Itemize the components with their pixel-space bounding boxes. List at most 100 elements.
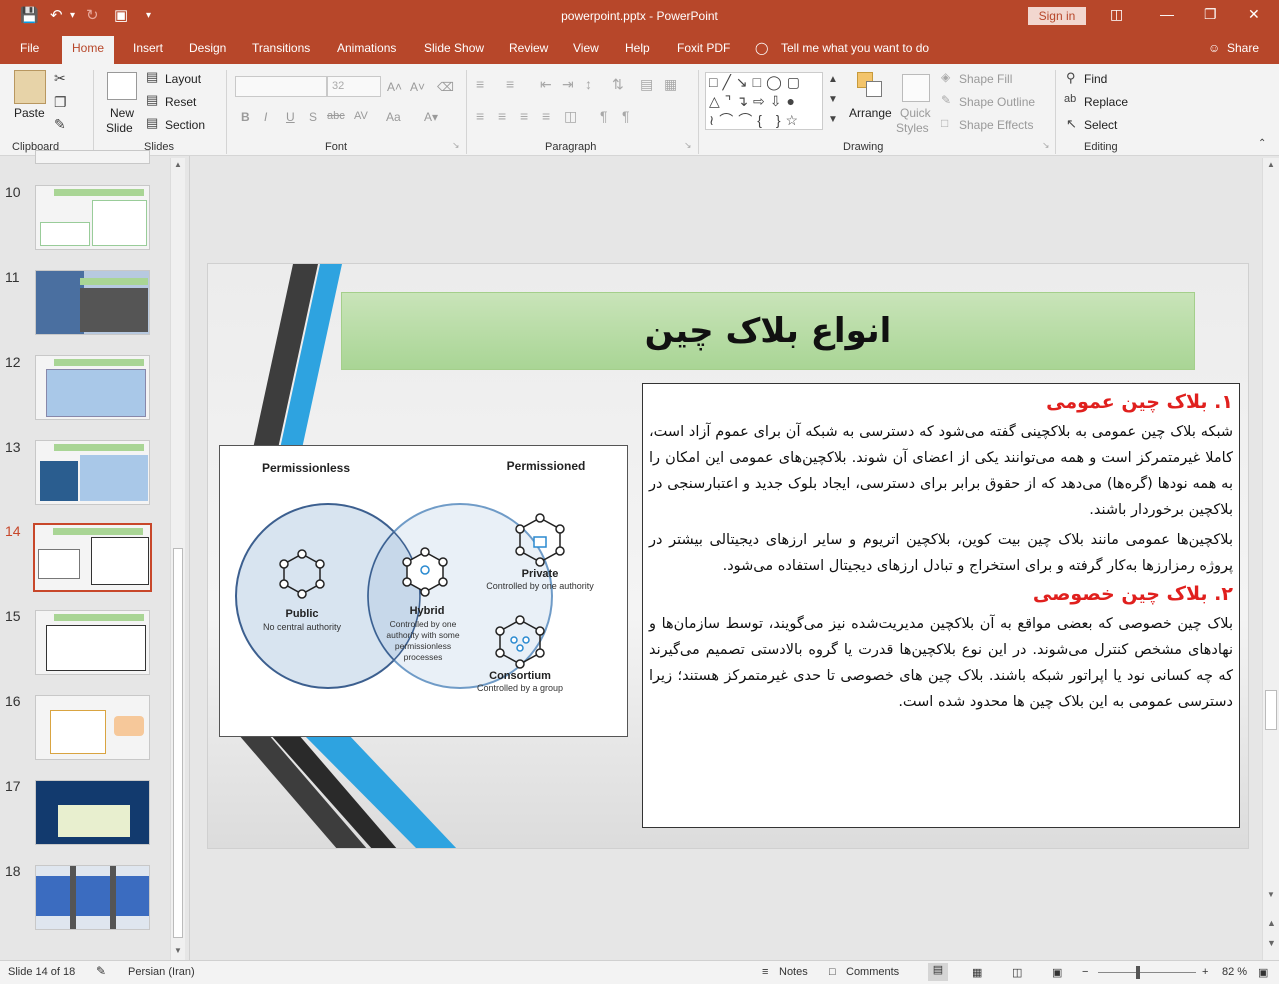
quick-styles-icon[interactable] [902, 74, 930, 102]
section-button[interactable]: Section [165, 118, 205, 132]
shape-fill-button[interactable]: Shape Fill [959, 72, 1012, 86]
scroll-thumb[interactable] [173, 548, 183, 938]
tab-design[interactable]: Design [189, 41, 226, 55]
normal-view-icon[interactable]: ▤ [928, 963, 948, 981]
tab-foxit-pdf[interactable]: Foxit PDF [677, 41, 730, 55]
slide-thumbnail-12[interactable] [35, 355, 150, 420]
zoom-slider-track[interactable] [1098, 972, 1196, 973]
ltr-icon[interactable]: ¶ [622, 108, 630, 124]
notes-button[interactable]: Notes [779, 966, 808, 978]
format-painter-icon[interactable]: ✎ [54, 116, 66, 133]
smartart-icon[interactable]: ▦ [664, 76, 677, 93]
bold-button[interactable]: B [241, 110, 250, 124]
tab-slide-show[interactable]: Slide Show [424, 41, 484, 55]
change-case-button[interactable]: Aa [386, 110, 401, 124]
ribbon-display-options-icon[interactable]: ◫ [1110, 6, 1123, 23]
shapes-more-icon[interactable]: ▼ [828, 114, 838, 125]
new-slide-icon[interactable] [107, 72, 137, 100]
slide-thumbnail-10[interactable] [35, 185, 150, 250]
clear-formatting-icon[interactable]: ⌫ [437, 80, 454, 94]
select-icon[interactable]: ↖ [1066, 116, 1077, 132]
find-icon[interactable]: ⚲ [1066, 70, 1076, 86]
increase-font-icon[interactable]: A˄ [387, 80, 402, 94]
arrange-button[interactable]: Arrange [849, 106, 892, 120]
shape-outline-icon[interactable]: ✎ [941, 93, 951, 107]
shape-effects-button[interactable]: Shape Effects [959, 118, 1034, 132]
scroll-down-icon[interactable]: ▼ [174, 946, 182, 955]
slide-thumbnail-17[interactable] [35, 780, 150, 845]
text-shadow-button[interactable]: S [309, 110, 317, 124]
tab-help[interactable]: Help [625, 41, 650, 55]
bullets-icon[interactable]: ≡ [476, 76, 484, 92]
tab-home[interactable]: Home [62, 36, 115, 64]
shape-outline-button[interactable]: Shape Outline [959, 95, 1035, 109]
blockchain-types-venn-diagram[interactable]: Permissionless Permissioned Public No ce… [219, 445, 628, 737]
shapes-gallery[interactable]: □╱↘□◯▢ △⌝↴⇨⇩● ≀⌒⌒{ }☆ [705, 72, 823, 130]
strikethrough-button[interactable]: abc [327, 110, 345, 122]
slide-thumbnail-16[interactable] [35, 695, 150, 760]
zoom-slider-thumb[interactable] [1136, 966, 1140, 979]
zoom-out-icon[interactable]: − [1082, 966, 1088, 978]
paste-icon[interactable] [14, 70, 46, 104]
scroll-up-icon[interactable]: ▲ [174, 160, 182, 169]
tab-file[interactable]: File [20, 41, 39, 55]
decrease-indent-icon[interactable]: ⇤ [540, 76, 552, 93]
slide-canvas[interactable]: انواع بلاک چین ۱. بلاک چین عمومی شبکه بل… [207, 263, 1249, 849]
paragraph-dialog-launcher-icon[interactable]: ↘ [684, 140, 692, 151]
tab-view[interactable]: View [573, 41, 599, 55]
reading-view-icon[interactable]: ◫ [1012, 966, 1022, 979]
align-center-icon[interactable]: ≡ [498, 108, 506, 124]
minimize-icon[interactable]: — [1160, 6, 1174, 22]
shape-effects-icon[interactable]: □ [941, 116, 948, 130]
previous-slide-icon[interactable]: ▲ [1267, 918, 1276, 928]
tell-me-search[interactable]: Tell me what you want to do [781, 41, 929, 55]
zoom-in-icon[interactable]: + [1202, 966, 1208, 978]
section-icon[interactable]: ▤ [146, 115, 158, 131]
text-direction-icon[interactable]: ⇅ [612, 76, 624, 93]
italic-button[interactable]: I [264, 110, 267, 124]
paste-button[interactable]: Paste [14, 106, 45, 120]
character-spacing-button[interactable]: AV [354, 110, 368, 122]
slide-thumbnail-18[interactable] [35, 865, 150, 930]
shapes-scroll-up-icon[interactable]: ▲ [828, 74, 838, 85]
slideshow-view-icon[interactable]: ▣ [1052, 966, 1062, 979]
slide-title-box[interactable]: انواع بلاک چین [341, 292, 1195, 370]
drawing-dialog-launcher-icon[interactable]: ↘ [1042, 140, 1050, 151]
replace-button[interactable]: Replace [1084, 95, 1128, 109]
copy-icon[interactable]: ❐ [54, 94, 67, 111]
thumbnail-scrollbar[interactable]: ▲ ▼ [170, 158, 185, 960]
quick-styles-button-line2[interactable]: Styles [896, 121, 929, 135]
decrease-font-icon[interactable]: A˅ [410, 80, 425, 94]
sign-in-button[interactable]: Sign in [1028, 7, 1086, 25]
justify-icon[interactable]: ≡ [542, 108, 550, 124]
columns-icon[interactable]: ◫ [564, 108, 577, 125]
align-left-icon[interactable]: ≡ [476, 108, 484, 124]
zoom-level[interactable]: 82 % [1222, 966, 1247, 978]
align-right-icon[interactable]: ≡ [520, 108, 528, 124]
layout-icon[interactable]: ▤ [146, 69, 158, 85]
find-button[interactable]: Find [1084, 72, 1107, 86]
align-text-icon[interactable]: ▤ [640, 76, 653, 93]
font-dialog-launcher-icon[interactable]: ↘ [452, 140, 460, 151]
underline-button[interactable]: U [286, 110, 295, 124]
shape-fill-icon[interactable]: ◈ [941, 70, 950, 84]
new-slide-button-line2[interactable]: Slide [106, 121, 133, 135]
share-button[interactable]: Share [1227, 41, 1259, 55]
comments-icon[interactable]: □ [829, 966, 836, 978]
tab-transitions[interactable]: Transitions [252, 41, 310, 55]
comments-button[interactable]: Comments [846, 966, 899, 978]
spell-check-icon[interactable]: ✎ [96, 964, 106, 978]
slide-thumbnail-13[interactable] [35, 440, 150, 505]
close-icon[interactable]: ✕ [1248, 6, 1260, 23]
tab-insert[interactable]: Insert [133, 41, 163, 55]
scroll-up-icon[interactable]: ▲ [1267, 160, 1275, 169]
replace-icon[interactable]: ab [1064, 93, 1076, 105]
font-size-field[interactable]: 32 [327, 76, 381, 97]
select-button[interactable]: Select [1084, 118, 1117, 132]
scroll-thumb[interactable] [1265, 690, 1277, 730]
numbering-icon[interactable]: ≡ [506, 76, 514, 92]
line-spacing-icon[interactable]: ↕ [585, 76, 592, 92]
increase-indent-icon[interactable]: ⇥ [562, 76, 574, 93]
layout-button[interactable]: Layout [165, 72, 201, 86]
slide-thumbnail-14[interactable] [33, 523, 152, 592]
